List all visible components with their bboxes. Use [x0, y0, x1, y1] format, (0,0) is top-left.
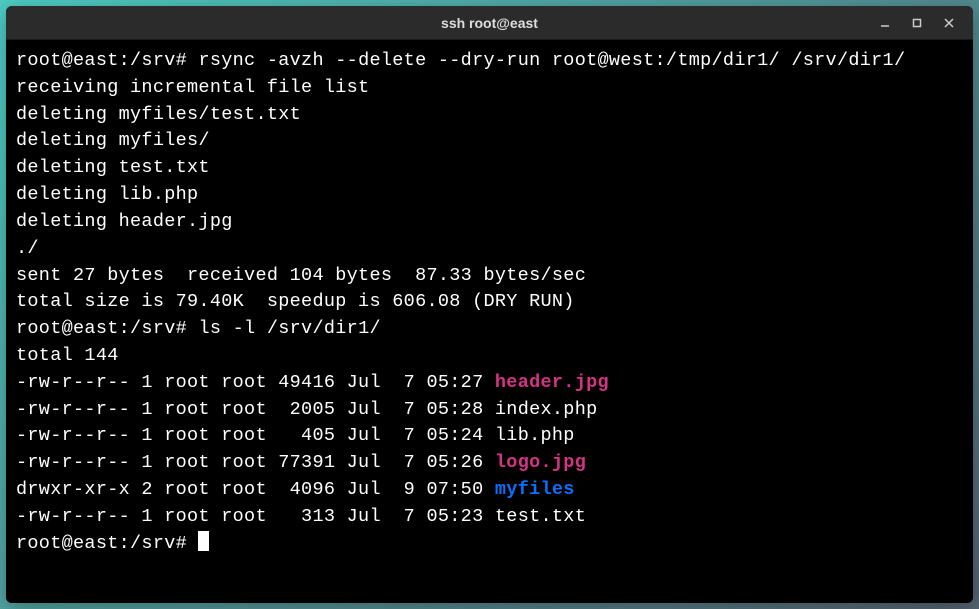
- ls-filename: lib.php: [495, 425, 575, 446]
- ls-filename: header.jpg: [495, 372, 609, 393]
- terminal-line: deleting lib.php: [16, 182, 963, 209]
- maximize-icon: [912, 18, 922, 28]
- ls-meta: -rw-r--r-- 1 root root 313 Jul 7 05:23: [16, 506, 495, 527]
- ls-meta: -rw-r--r-- 1 root root 49416 Jul 7 05:27: [16, 372, 495, 393]
- ls-row: -rw-r--r-- 1 root root 313 Jul 7 05:23 t…: [16, 504, 963, 531]
- terminal-line: deleting header.jpg: [16, 209, 963, 236]
- close-button[interactable]: [933, 6, 965, 39]
- terminal-line: root@east:/srv#: [16, 531, 963, 558]
- minimize-button[interactable]: [869, 6, 901, 39]
- terminal-line: total size is 79.40K speedup is 606.08 (…: [16, 289, 963, 316]
- ls-row: drwxr-xr-x 2 root root 4096 Jul 9 07:50 …: [16, 477, 963, 504]
- shell-prompt: root@east:/srv#: [16, 50, 198, 71]
- shell-prompt: root@east:/srv#: [16, 318, 198, 339]
- ls-meta: drwxr-xr-x 2 root root 4096 Jul 9 07:50: [16, 479, 495, 500]
- terminal-window: ssh root@east root@east:/srv# rsync -avz…: [6, 6, 973, 603]
- terminal-line: ./: [16, 236, 963, 263]
- command-text: ls -l /srv/dir1/: [198, 318, 380, 339]
- ls-row: -rw-r--r-- 1 root root 2005 Jul 7 05:28 …: [16, 397, 963, 424]
- window-title: ssh root@east: [441, 15, 538, 31]
- ls-filename: logo.jpg: [495, 452, 586, 473]
- terminal-body[interactable]: root@east:/srv# rsync -avzh --delete --d…: [6, 40, 973, 603]
- window-controls: [869, 6, 965, 39]
- terminal-line: root@east:/srv# ls -l /srv/dir1/: [16, 316, 963, 343]
- cursor-icon: [198, 531, 209, 551]
- terminal-line: root@east:/srv# rsync -avzh --delete --d…: [16, 48, 963, 75]
- command-text: rsync -avzh --delete --dry-run root@west…: [198, 50, 905, 71]
- close-icon: [944, 18, 954, 28]
- shell-prompt: root@east:/srv#: [16, 533, 198, 554]
- ls-meta: -rw-r--r-- 1 root root 77391 Jul 7 05:26: [16, 452, 495, 473]
- terminal-line: deleting test.txt: [16, 155, 963, 182]
- ls-row: -rw-r--r-- 1 root root 405 Jul 7 05:24 l…: [16, 423, 963, 450]
- ls-filename: test.txt: [495, 506, 586, 527]
- ls-meta: -rw-r--r-- 1 root root 2005 Jul 7 05:28: [16, 399, 495, 420]
- ls-filename: index.php: [495, 399, 598, 420]
- terminal-line: sent 27 bytes received 104 bytes 87.33 b…: [16, 263, 963, 290]
- titlebar: ssh root@east: [6, 6, 973, 40]
- ls-meta: -rw-r--r-- 1 root root 405 Jul 7 05:24: [16, 425, 495, 446]
- terminal-line: total 144: [16, 343, 963, 370]
- minimize-icon: [880, 18, 890, 28]
- ls-row: -rw-r--r-- 1 root root 77391 Jul 7 05:26…: [16, 450, 963, 477]
- ls-row: -rw-r--r-- 1 root root 49416 Jul 7 05:27…: [16, 370, 963, 397]
- terminal-line: receiving incremental file list: [16, 75, 963, 102]
- ls-filename: myfiles: [495, 479, 575, 500]
- terminal-line: deleting myfiles/: [16, 128, 963, 155]
- maximize-button[interactable]: [901, 6, 933, 39]
- terminal-line: deleting myfiles/test.txt: [16, 102, 963, 129]
